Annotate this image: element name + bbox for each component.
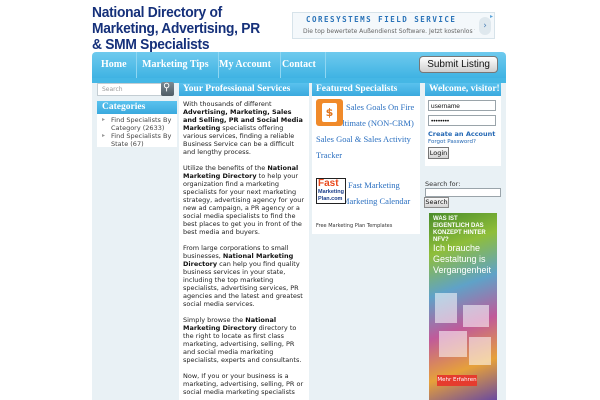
ad-tagline: Ich brauche Gestaltung is Vergangenheit bbox=[433, 243, 492, 275]
intro-paragraph-5: Now, If you or your business is a market… bbox=[183, 372, 304, 396]
login-button[interactable]: Login bbox=[428, 147, 449, 159]
top-banner-ad[interactable]: CORESYSTEMS FIELD SERVICE Die top bewert… bbox=[292, 12, 495, 39]
sidebar-ad[interactable]: WAS IST EIGENTLICH DAS KONZEPT HINTER NF… bbox=[429, 213, 497, 400]
categories-list: Find Specialists By Category (2633) Find… bbox=[97, 114, 177, 148]
nav-my-account[interactable]: My Account bbox=[210, 52, 281, 78]
ad-title: CORESYSTEMS FIELD SERVICE bbox=[306, 15, 457, 24]
intro-paragraph-4: Simply browse the National Marketing Dir… bbox=[183, 316, 302, 364]
dollar-icon[interactable]: $ bbox=[316, 99, 343, 126]
main-nav: Home Marketing Tips My Account Contact S… bbox=[92, 52, 506, 78]
intro-paragraph-1: With thousands of different Advertising,… bbox=[183, 100, 303, 156]
featured-subtitle: Free Marketing Plan Templates bbox=[316, 223, 393, 229]
password-field[interactable] bbox=[428, 115, 496, 126]
ad-headline: WAS IST EIGENTLICH DAS KONZEPT HINTER NF… bbox=[433, 216, 486, 243]
username-field[interactable] bbox=[428, 100, 496, 111]
intro-paragraph-3: From large corporations to small busines… bbox=[183, 244, 303, 308]
ad-more-button[interactable]: Mehr Erfahren bbox=[437, 375, 477, 386]
category-by-category[interactable]: Find Specialists By Category (2633) bbox=[100, 116, 177, 132]
services-text: With thousands of different Advertising,… bbox=[179, 96, 309, 400]
welcome-heading: Welcome, visitor! bbox=[425, 83, 501, 96]
login-form: Create an Account Forgot Password? Login bbox=[425, 96, 501, 166]
ad-subtitle: Die top bewertete Außendienst Software. … bbox=[303, 28, 475, 35]
submit-listing-button[interactable]: Submit Listing bbox=[419, 56, 498, 73]
ad-choices-icon[interactable]: ▸ bbox=[490, 13, 493, 20]
categories-heading: Categories bbox=[97, 101, 177, 114]
featured-list: Sales Goals On Fire - The Ultimate (NON-… bbox=[312, 96, 420, 234]
intro-paragraph-2: Utilize the benefits of the National Mar… bbox=[183, 164, 305, 236]
services-heading: Your Professional Services bbox=[179, 83, 309, 96]
category-by-state[interactable]: Find Specialists By State (67) bbox=[100, 132, 177, 148]
create-account-link[interactable]: Create an Account bbox=[428, 130, 501, 138]
nav-contact[interactable]: Contact bbox=[273, 52, 326, 78]
search-icon: ⚲ bbox=[163, 82, 171, 93]
site-header: National Directory of Marketing, Adverti… bbox=[0, 0, 600, 53]
forgot-password-link[interactable]: Forgot Password? bbox=[428, 139, 501, 145]
search-for-label: Search for: bbox=[425, 180, 461, 188]
site-title[interactable]: National Directory of Marketing, Adverti… bbox=[92, 5, 262, 53]
nav-home[interactable]: Home bbox=[92, 52, 137, 78]
search-input[interactable]: Search bbox=[97, 83, 165, 96]
nav-marketing-tips[interactable]: Marketing Tips bbox=[133, 52, 219, 78]
search-button[interactable]: ⚲ bbox=[161, 82, 174, 96]
main-content: Search ⚲ Categories Find Specialists By … bbox=[92, 82, 506, 400]
featured-heading: Featured Specialists bbox=[312, 83, 420, 96]
sidebar-search-input[interactable] bbox=[425, 188, 501, 197]
fast-marketing-plan-logo[interactable]: Fast Marketing Plan.com bbox=[316, 178, 346, 204]
sidebar-search-button[interactable]: Search bbox=[424, 197, 449, 208]
